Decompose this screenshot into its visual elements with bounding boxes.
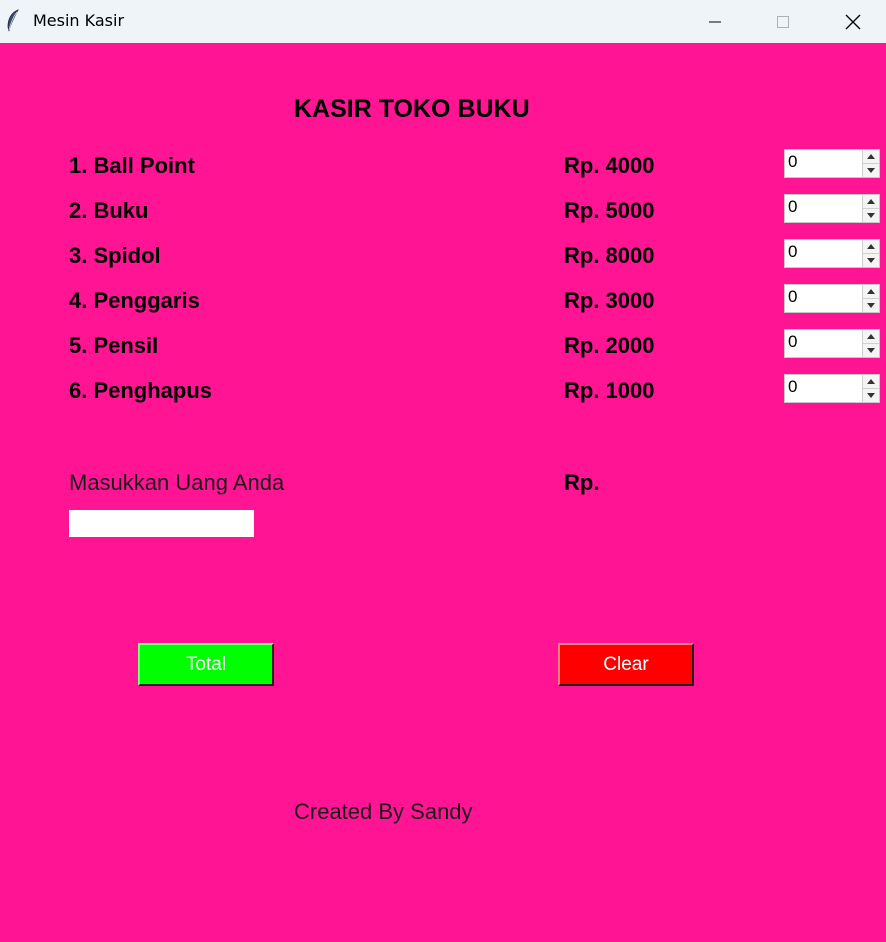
content-area: KASIR TOKO BUKU 1. Ball Point Rp. 4000 0…: [0, 43, 886, 942]
money-label: Masukkan Uang Anda: [69, 470, 285, 495]
spin-down-arrow-icon[interactable]: [863, 344, 879, 357]
quantity-spinbox-spidol[interactable]: 0: [784, 239, 880, 268]
item-price: Rp. 3000: [564, 288, 655, 313]
close-button[interactable]: [830, 0, 876, 43]
app-window: Mesin Kasir KASIR TOKO BUKU 1. Ball Poin…: [0, 0, 886, 942]
spin-up-arrow-icon[interactable]: [863, 240, 879, 254]
item-name: 4. Penggaris: [69, 288, 200, 313]
item-name: 2. Buku: [69, 198, 149, 223]
item-price: Rp. 1000: [564, 378, 655, 403]
spin-arrows: [862, 375, 879, 402]
spin-arrows: [862, 150, 879, 177]
quantity-spinbox-penghapus[interactable]: 0: [784, 374, 880, 403]
quantity-value[interactable]: 0: [788, 377, 797, 397]
quantity-value[interactable]: 0: [788, 287, 797, 307]
spin-arrows: [862, 285, 879, 312]
item-name: 3. Spidol: [69, 243, 161, 268]
item-price: Rp. 4000: [564, 153, 655, 178]
spin-down-arrow-icon[interactable]: [863, 389, 879, 402]
item-name: 1. Ball Point: [69, 153, 195, 178]
quantity-spinbox-buku[interactable]: 0: [784, 194, 880, 223]
item-price: Rp. 2000: [564, 333, 655, 358]
spin-arrows: [862, 240, 879, 267]
quantity-spinbox-penggaris[interactable]: 0: [784, 284, 880, 313]
money-input[interactable]: [69, 510, 254, 537]
spin-up-arrow-icon[interactable]: [863, 375, 879, 389]
spin-up-arrow-icon[interactable]: [863, 195, 879, 209]
quantity-value[interactable]: 0: [788, 242, 797, 262]
item-name: 6. Penghapus: [69, 378, 213, 403]
maximize-icon: [777, 15, 789, 28]
footer-credit: Created By Sandy: [294, 799, 473, 824]
quantity-spinbox-ball-point[interactable]: 0: [784, 149, 880, 178]
item-name: 5. Pensil: [69, 333, 159, 358]
clear-button[interactable]: Clear: [558, 643, 694, 686]
page-title: KASIR TOKO BUKU: [294, 95, 530, 123]
window-title: Mesin Kasir: [33, 11, 125, 30]
item-price: Rp. 8000: [564, 243, 655, 268]
spin-up-arrow-icon[interactable]: [863, 285, 879, 299]
spin-up-arrow-icon[interactable]: [863, 150, 879, 164]
quantity-spinbox-pensil[interactable]: 0: [784, 329, 880, 358]
spin-down-arrow-icon[interactable]: [863, 254, 879, 267]
spin-down-arrow-icon[interactable]: [863, 209, 879, 222]
minimize-icon: [709, 21, 721, 22]
spin-down-arrow-icon[interactable]: [863, 164, 879, 177]
feather-icon: [6, 9, 20, 33]
spin-arrows: [862, 330, 879, 357]
quantity-value[interactable]: 0: [788, 197, 797, 217]
currency-label: Rp.: [564, 470, 600, 495]
quantity-value[interactable]: 0: [788, 152, 797, 172]
title-bar: Mesin Kasir: [0, 0, 886, 43]
spin-down-arrow-icon[interactable]: [863, 299, 879, 312]
close-icon: [845, 14, 861, 29]
spin-up-arrow-icon[interactable]: [863, 330, 879, 344]
quantity-value[interactable]: 0: [788, 332, 797, 352]
maximize-button[interactable]: [760, 0, 806, 43]
spin-arrows: [862, 195, 879, 222]
total-button[interactable]: Total: [138, 643, 274, 686]
minimize-button[interactable]: [692, 0, 738, 43]
item-price: Rp. 5000: [564, 198, 655, 223]
